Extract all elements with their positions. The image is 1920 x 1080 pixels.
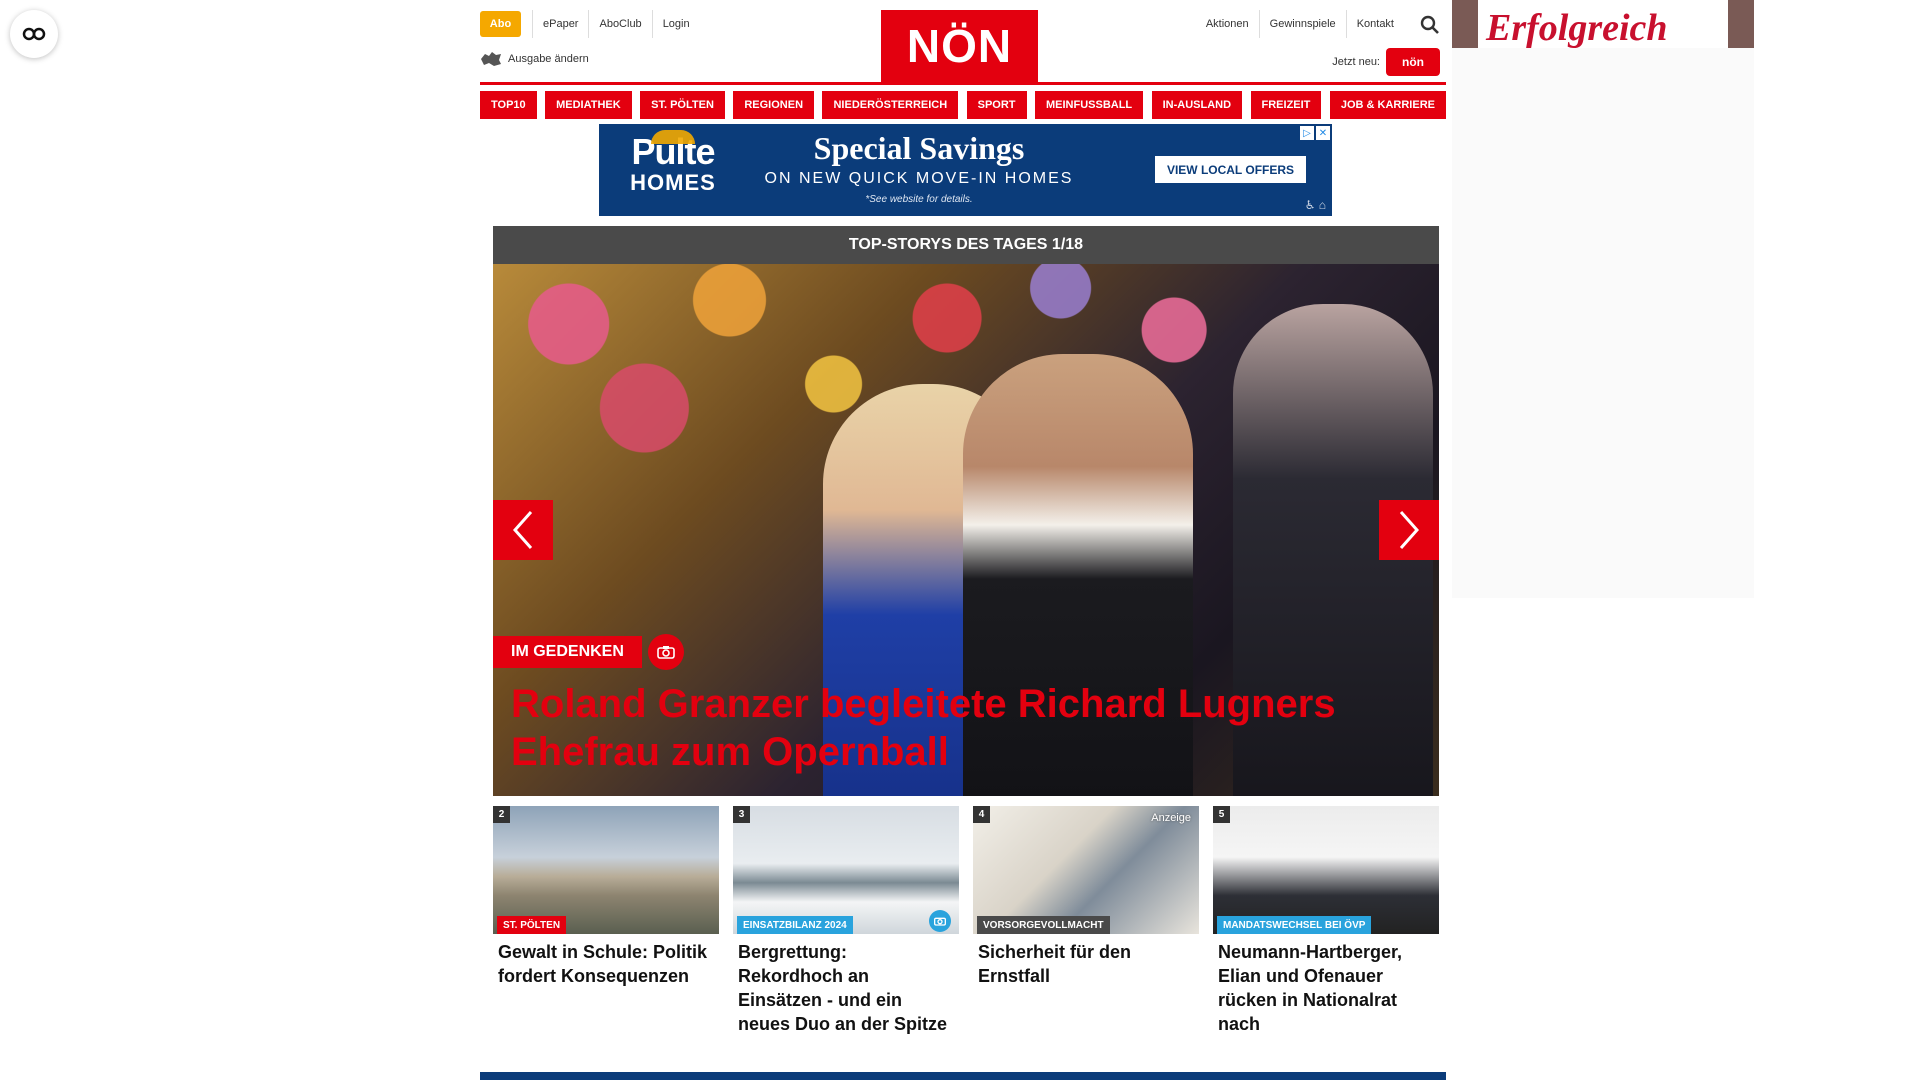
jetzt-neu: Jetzt neu: nön [1332, 48, 1440, 76]
side-ad-image-left [1452, 0, 1478, 48]
teaser-title[interactable]: Bergrettung: Rekordhoch an Einsätzen - u… [733, 934, 959, 1036]
nav-mediathek[interactable]: MEDIATHEK [545, 91, 632, 119]
header-divider [480, 82, 1446, 85]
nav-st-poelten[interactable]: ST. PÖLTEN [640, 91, 725, 119]
teaser-rank: 2 [493, 806, 510, 823]
nav-in-ausland[interactable]: IN-AUSLAND [1151, 91, 1243, 119]
side-ad-space [1452, 48, 1754, 598]
search-icon[interactable] [1420, 15, 1440, 35]
teaser-title[interactable]: Gewalt in Schule: Politik fordert Konseq… [493, 934, 719, 988]
teaser-card[interactable]: 2 ST. PÖLTEN Gewalt in Schule: Politik f… [493, 806, 719, 1036]
ad-subline: ON NEW QUICK MOVE-IN HOMES [764, 170, 1074, 187]
top-stories-heading: TOP-STORYS DES TAGES 1/18 [493, 226, 1439, 264]
ad-accessibility-icons: ♿ ⌂ [1304, 198, 1326, 212]
teaser-category[interactable]: EINSATZBILANZ 2024 [737, 916, 853, 934]
footer-bar [480, 1072, 1446, 1080]
hero-slide[interactable]: IM GEDENKEN Roland Granzer begleitete Ri… [493, 264, 1439, 796]
side-ad[interactable]: Erfolgreich [1452, 0, 1754, 49]
kontakt-link[interactable]: Kontakt [1345, 10, 1404, 38]
nav-sport[interactable]: SPORT [966, 91, 1027, 119]
teaser-rank: 4 [973, 806, 990, 823]
nav-job-karriere[interactable]: JOB & KARRIERE [1329, 91, 1446, 119]
teaser-row: 2 ST. PÖLTEN Gewalt in Schule: Politik f… [493, 806, 1439, 1036]
abo-button[interactable]: Abo [480, 11, 521, 37]
teaser-category[interactable]: VORSORGEVOLLMACHT [977, 916, 1110, 934]
chevron-right-icon [1399, 511, 1420, 549]
jetzt-neu-badge[interactable]: nön [1386, 48, 1440, 76]
pulte-homes-logo: Pulte HOMES [627, 130, 719, 195]
ad-disclaimer: *See website for details. [865, 194, 973, 205]
anzeige-label: Anzeige [1151, 812, 1191, 824]
teaser-title[interactable]: Sicherheit für den Ernstfall [973, 934, 1199, 988]
ad-headline: Special Savings [813, 130, 1025, 166]
teaser-card[interactable]: 5 MANDATSWECHSEL BEI ÖVP Neumann-Hartber… [1213, 806, 1439, 1036]
side-ad-text: Erfolgreich [1486, 7, 1668, 49]
teaser-image[interactable]: 2 ST. PÖLTEN [493, 806, 719, 934]
slider-next-button[interactable] [1379, 500, 1439, 560]
epaper-link[interactable]: ePaper [532, 10, 588, 38]
main-nav: TOP10 MEDIATHEK ST. PÖLTEN REGIONEN NIED… [480, 91, 1446, 119]
top-left-links: ePaper AboClub Login [532, 10, 700, 38]
nav-top10[interactable]: TOP10 [480, 91, 537, 119]
teaser-rank: 5 [1213, 806, 1230, 823]
adchoices-icon[interactable]: ▷ [1300, 126, 1314, 140]
accessibility-icon [22, 27, 46, 41]
hero-headline[interactable]: Roland Granzer begleitete Richard Lugner… [511, 680, 1431, 776]
ausgabe-aendern-link[interactable]: Ausgabe ändern [480, 51, 589, 67]
ausgabe-label: Ausgabe ändern [508, 53, 589, 65]
nav-freizeit[interactable]: FREIZEIT [1250, 91, 1322, 119]
hero-gallery-badge [648, 634, 684, 670]
nav-niederoesterreich[interactable]: NIEDERÖSTERREICH [822, 91, 959, 119]
pulte-roof-icon [651, 130, 695, 144]
hero-category-tag[interactable]: IM GEDENKEN [493, 636, 642, 668]
teaser-image[interactable]: 3 EINSATZBILANZ 2024 [733, 806, 959, 934]
nav-meinfussball[interactable]: MEINFUSSBALL [1034, 91, 1144, 119]
camera-icon [657, 646, 675, 659]
top-right-links: Aktionen Gewinnspiele Kontakt [1196, 10, 1404, 38]
gallery-badge [929, 910, 951, 932]
teaser-title[interactable]: Neumann-Hartberger, Elian und Ofenauer r… [1213, 934, 1439, 1036]
accessibility-button[interactable] [10, 10, 58, 58]
aktionen-link[interactable]: Aktionen [1196, 10, 1259, 38]
teaser-category[interactable]: ST. PÖLTEN [497, 916, 567, 934]
teaser-category[interactable]: MANDATSWECHSEL BEI ÖVP [1217, 916, 1372, 934]
teaser-image[interactable]: 5 MANDATSWECHSEL BEI ÖVP [1213, 806, 1439, 934]
brand-line-2: HOMES [630, 170, 716, 195]
login-link[interactable]: Login [651, 10, 700, 38]
ad-close-icon[interactable]: ✕ [1316, 126, 1330, 140]
noen-logo[interactable]: NÖN [881, 10, 1038, 82]
chevron-left-icon [512, 511, 533, 549]
ad-cta-button[interactable]: VIEW LOCAL OFFERS [1155, 156, 1306, 183]
austria-map-icon [481, 52, 501, 66]
side-ad-image-right [1728, 0, 1754, 48]
site-header: Abo ePaper AboClub Login Ausgabe ändern … [480, 10, 1440, 82]
jetzt-neu-label: Jetzt neu: [1332, 56, 1380, 68]
banner-ad[interactable]: Pulte HOMES Special Savings ON NEW QUICK… [599, 124, 1332, 216]
teaser-rank: 3 [733, 806, 750, 823]
slider-prev-button[interactable] [493, 500, 553, 560]
teaser-image[interactable]: 4 Anzeige VORSORGEVOLLMACHT [973, 806, 1199, 934]
teaser-card[interactable]: 3 EINSATZBILANZ 2024 Bergrettung: Rekord… [733, 806, 959, 1036]
aboclub-link[interactable]: AboClub [588, 10, 651, 38]
nav-regionen[interactable]: REGIONEN [733, 91, 815, 119]
gewinnspiele-link[interactable]: Gewinnspiele [1258, 10, 1346, 38]
teaser-card[interactable]: 4 Anzeige VORSORGEVOLLMACHT Sicherheit f… [973, 806, 1199, 1036]
camera-icon [934, 917, 946, 926]
adchoices[interactable]: ▷ ✕ [1300, 126, 1330, 140]
